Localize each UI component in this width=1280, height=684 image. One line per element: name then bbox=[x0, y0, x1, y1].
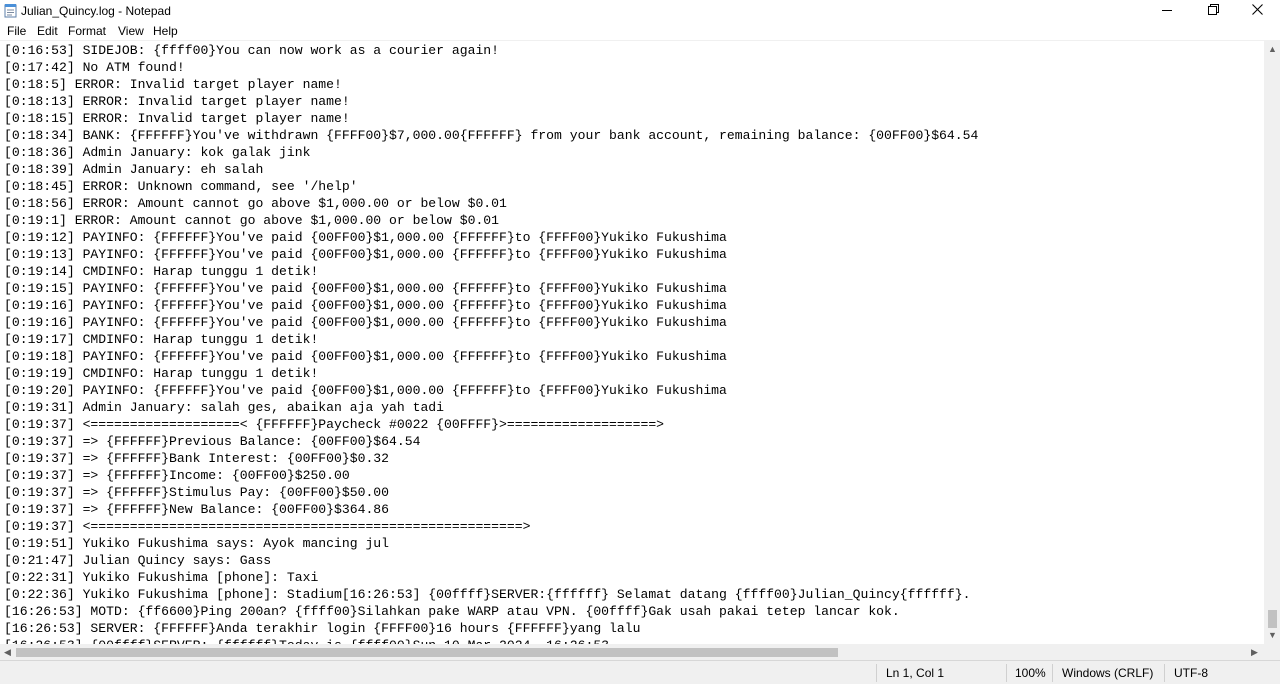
window-title: Julian_Quincy.log - Notepad bbox=[21, 4, 171, 18]
log-line: [0:19:1] ERROR: Amount cannot go above $… bbox=[4, 213, 500, 228]
text-editor[interactable]: [0:16:53] SIDEJOB: {ffff00}You can now w… bbox=[0, 40, 1264, 645]
log-line: [0:22:31] Yukiko Fukushima [phone]: Taxi bbox=[4, 570, 319, 585]
title-bar: Julian_Quincy.log - Notepad bbox=[0, 0, 1280, 22]
restore-button[interactable] bbox=[1190, 0, 1236, 22]
log-line: [0:21:47] Julian Quincy says: Gass bbox=[4, 553, 272, 568]
log-line: [0:19:37] <=============================… bbox=[4, 519, 531, 534]
menu-edit[interactable]: Edit bbox=[37, 24, 58, 38]
log-line: [0:19:37] => {FFFFFF}Stimulus Pay: {00FF… bbox=[4, 485, 390, 500]
scroll-right-icon[interactable]: ▶ bbox=[1251, 647, 1258, 657]
scrollbar-corner bbox=[1264, 644, 1280, 660]
encoding: UTF-8 bbox=[1174, 666, 1208, 680]
close-button[interactable] bbox=[1234, 0, 1280, 22]
minimize-button[interactable] bbox=[1144, 0, 1190, 22]
status-divider bbox=[1164, 664, 1165, 682]
restore-icon bbox=[1207, 2, 1219, 20]
log-line: [0:18:56] ERROR: Amount cannot go above … bbox=[4, 196, 507, 211]
log-line: [0:17:42] No ATM found! bbox=[4, 60, 185, 75]
status-divider bbox=[1006, 664, 1007, 682]
vertical-scroll-thumb[interactable] bbox=[1268, 610, 1277, 628]
notepad-icon bbox=[4, 3, 18, 18]
log-line: [0:19:18] PAYINFO: {FFFFFF}You've paid {… bbox=[4, 349, 727, 364]
status-divider bbox=[1052, 664, 1053, 682]
vertical-scrollbar[interactable]: ▲ ▼ bbox=[1264, 40, 1280, 644]
menu-bar: File Edit Format View Help bbox=[0, 22, 1280, 40]
log-line: [0:18:5] ERROR: Invalid target player na… bbox=[4, 77, 342, 92]
close-icon bbox=[1251, 2, 1263, 20]
menu-help[interactable]: Help bbox=[153, 24, 178, 38]
menu-view[interactable]: View bbox=[118, 24, 144, 38]
log-line: [0:19:15] PAYINFO: {FFFFFF}You've paid {… bbox=[4, 281, 727, 296]
scroll-left-icon[interactable]: ◀ bbox=[4, 647, 11, 657]
line-ending: Windows (CRLF) bbox=[1062, 666, 1154, 680]
menu-format[interactable]: Format bbox=[68, 24, 106, 38]
log-line: [0:19:37] => {FFFFFF}Income: {00FF00}$25… bbox=[4, 468, 350, 483]
menu-file[interactable]: File bbox=[7, 24, 26, 38]
scroll-down-icon[interactable]: ▼ bbox=[1268, 630, 1277, 640]
log-line: [0:19:37] => {FFFFFF}Bank Interest: {00F… bbox=[4, 451, 390, 466]
log-line: [0:18:36] Admin January: kok galak jink bbox=[4, 145, 311, 160]
log-line: [16:26:53] SERVER: {FFFFFF}Anda terakhir… bbox=[4, 621, 641, 636]
log-line: [0:18:15] ERROR: Invalid target player n… bbox=[4, 111, 350, 126]
log-line: [0:19:16] PAYINFO: {FFFFFF}You've paid {… bbox=[4, 315, 727, 330]
log-line: [0:18:39] Admin January: eh salah bbox=[4, 162, 264, 177]
log-line: [0:19:37] => {FFFFFF}New Balance: {00FF0… bbox=[4, 502, 390, 517]
log-line: [0:19:14] CMDINFO: Harap tunggu 1 detik! bbox=[4, 264, 319, 279]
status-bar: Ln 1, Col 1 100% Windows (CRLF) UTF-8 bbox=[0, 660, 1280, 684]
log-line: [0:19:19] CMDINFO: Harap tunggu 1 detik! bbox=[4, 366, 319, 381]
log-line: [0:22:36] Yukiko Fukushima [phone]: Stad… bbox=[4, 587, 971, 602]
log-line: [0:19:51] Yukiko Fukushima says: Ayok ma… bbox=[4, 536, 390, 551]
log-line: [0:19:31] Admin January: salah ges, abai… bbox=[4, 400, 445, 415]
log-line: [0:16:53] SIDEJOB: {ffff00}You can now w… bbox=[4, 43, 500, 58]
log-line: [0:19:16] PAYINFO: {FFFFFF}You've paid {… bbox=[4, 298, 727, 313]
log-line: [16:26:53] MOTD: {ff6600}Ping 200an? {ff… bbox=[4, 604, 900, 619]
log-line: [0:18:45] ERROR: Unknown command, see '/… bbox=[4, 179, 358, 194]
log-line: [0:19:13] PAYINFO: {FFFFFF}You've paid {… bbox=[4, 247, 727, 262]
minimize-icon bbox=[1162, 2, 1172, 20]
log-line: [0:18:34] BANK: {FFFFFF}You've withdrawn… bbox=[4, 128, 979, 143]
log-line: [0:19:20] PAYINFO: {FFFFFF}You've paid {… bbox=[4, 383, 727, 398]
log-line: [0:19:37] <===================< {FFFFFF}… bbox=[4, 417, 665, 432]
cursor-position: Ln 1, Col 1 bbox=[886, 666, 945, 680]
log-line: [0:19:37] => {FFFFFF}Previous Balance: {… bbox=[4, 434, 421, 449]
status-divider bbox=[876, 664, 877, 682]
log-line: [0:19:17] CMDINFO: Harap tunggu 1 detik! bbox=[4, 332, 319, 347]
horizontal-scrollbar[interactable]: ◀ ▶ bbox=[0, 644, 1264, 660]
log-line: [0:18:13] ERROR: Invalid target player n… bbox=[4, 94, 350, 109]
scroll-up-icon[interactable]: ▲ bbox=[1268, 44, 1277, 54]
log-line: [0:19:12] PAYINFO: {FFFFFF}You've paid {… bbox=[4, 230, 727, 245]
horizontal-scroll-thumb[interactable] bbox=[16, 648, 838, 657]
zoom-level: 100% bbox=[1015, 666, 1046, 680]
